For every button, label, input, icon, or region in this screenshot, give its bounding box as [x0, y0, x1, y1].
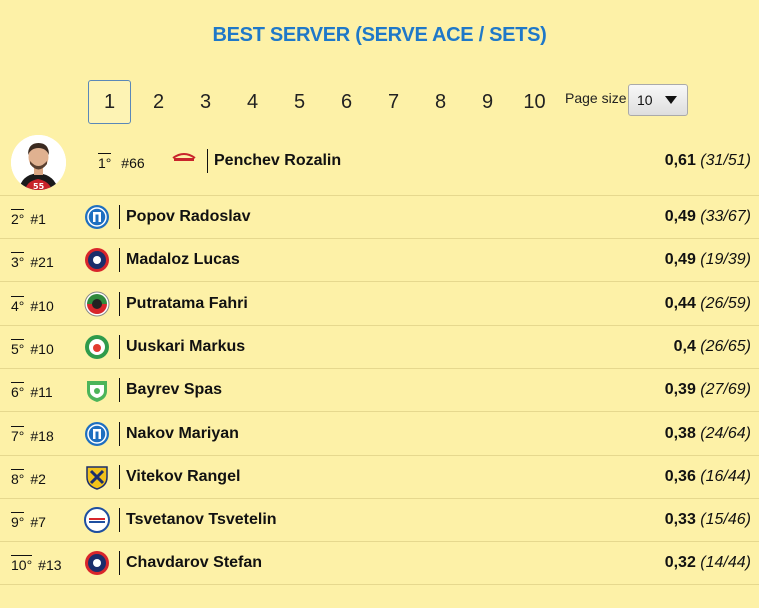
page-10-button[interactable]: 10 — [511, 80, 558, 124]
page-size-select[interactable]: 10 — [628, 84, 688, 116]
table-row[interactable]: 6° #11 Bayrev Spas 0,39 (27/69) — [0, 369, 759, 413]
player-rank: 4° #10 — [11, 295, 54, 314]
table-row[interactable]: 3° #21 Madaloz Lucas 0,49 (19/39) — [0, 239, 759, 283]
page-6-button[interactable]: 6 — [323, 80, 370, 124]
table-row[interactable]: 10° #13 Chavdarov Stefan 0,32 (14/44) — [0, 542, 759, 586]
leader-row[interactable]: 55 1° #66 Penchev Rozalin 0,61 (31/51) — [0, 130, 759, 196]
page-1-button[interactable]: 1 — [88, 80, 131, 124]
team-logo-navy-red-icon — [84, 550, 110, 576]
table-row[interactable]: 9° #7 Tsvetanov Tsvetelin 0,33 (15/46) — [0, 499, 759, 543]
player-rank: 9° #7 — [11, 512, 46, 531]
player-name[interactable]: Madaloz Lucas — [126, 251, 240, 269]
page-3-button[interactable]: 3 — [182, 80, 229, 124]
page-8-button[interactable]: 8 — [417, 80, 464, 124]
player-name[interactable]: Nakov Mariyan — [126, 425, 239, 443]
player-score: 0,32 (14/44) — [664, 554, 751, 572]
team-logo-blue-red-icon — [84, 507, 110, 534]
player-avatar: 55 — [11, 135, 66, 190]
separator — [119, 291, 120, 316]
team-logo-navy-red-icon — [84, 247, 110, 273]
player-score: 0,36 (16/44) — [664, 467, 751, 485]
separator — [207, 149, 208, 173]
table-row[interactable]: 7° #18 Nakov Mariyan 0,38 (24/64) — [0, 413, 759, 456]
leader-name[interactable]: Penchev Rozalin — [214, 152, 341, 170]
page-4-button[interactable]: 4 — [229, 80, 276, 124]
separator — [119, 248, 120, 273]
leader-score: 0,61 (31/51) — [664, 152, 751, 169]
player-number: #7 — [30, 514, 46, 531]
player-number: #2 — [30, 470, 46, 487]
player-score: 0,49 (19/39) — [664, 251, 751, 269]
separator — [119, 464, 120, 489]
player-score: 0,33 (15/46) — [664, 511, 751, 529]
page-title: BEST SERVER (SERVE ACE / SETS) — [212, 24, 547, 46]
player-name[interactable]: Tsvetanov Tsvetelin — [126, 511, 277, 529]
player-name[interactable]: Putratama Fahri — [126, 295, 248, 313]
team-logo-blue-p-icon — [84, 204, 110, 230]
player-score: 0,44 (26/59) — [664, 294, 751, 312]
separator — [119, 551, 120, 576]
table-row[interactable]: 8° #2 Vitekov Rangel 0,36 (16/44) — [0, 456, 759, 499]
table-row[interactable]: 5° #10 Uuskari Markus 0,4 (26/65) — [0, 326, 759, 369]
separator — [119, 205, 120, 229]
separator — [119, 508, 120, 533]
player-score: 0,38 (24/64) — [664, 424, 751, 442]
player-number: #11 — [30, 384, 53, 401]
team-logo-red-icon — [171, 150, 197, 164]
page-9-button[interactable]: 9 — [464, 80, 511, 124]
page-2-button[interactable]: 2 — [135, 80, 182, 124]
separator — [119, 421, 120, 446]
player-rank: 7° #18 — [11, 425, 54, 444]
player-number: #10 — [30, 340, 54, 357]
player-rank: 3° #21 — [11, 252, 54, 271]
player-rank: 2° #1 — [11, 209, 46, 227]
table-row[interactable]: 2° #1 Popov Radoslav 0,49 (33/67) — [0, 196, 759, 239]
chevron-down-icon — [665, 96, 677, 104]
team-logo-blue-p-icon — [84, 421, 110, 447]
table-row[interactable]: 4° #10 Putratama Fahri 0,44 (26/59) — [0, 283, 759, 326]
player-rank: 10° #13 — [11, 555, 62, 574]
player-name[interactable]: Uuskari Markus — [126, 338, 245, 356]
player-number: #18 — [30, 427, 54, 444]
player-number: #21 — [30, 254, 54, 271]
separator — [119, 378, 120, 403]
player-score: 0,39 (27/69) — [664, 381, 751, 399]
player-number: #13 — [38, 557, 62, 574]
player-name[interactable]: Chavdarov Stefan — [126, 554, 262, 572]
team-logo-tricolor-icon — [84, 291, 110, 317]
team-logo-green-shield-icon — [84, 377, 110, 403]
player-name[interactable]: Vitekov Rangel — [126, 468, 240, 486]
player-score: 0,4 (26/65) — [673, 337, 751, 355]
player-score: 0,49 (33/67) — [664, 208, 751, 225]
page-7-button[interactable]: 7 — [370, 80, 417, 124]
page-size-label: Page size — [565, 90, 627, 106]
team-logo-yellow-shield-icon — [84, 464, 110, 490]
player-number: #1 — [30, 211, 46, 227]
player-rank: 6° #11 — [11, 382, 53, 401]
pagination: 1 2 3 4 5 6 7 8 9 10 — [88, 80, 558, 124]
jersey-number: 55 — [33, 182, 45, 190]
leader-number: #66 — [121, 155, 145, 171]
player-name[interactable]: Bayrev Spas — [126, 381, 222, 399]
separator — [119, 334, 120, 359]
player-name[interactable]: Popov Radoslav — [126, 208, 250, 226]
player-number: #10 — [30, 297, 54, 314]
leader-rank: 1° #66 — [98, 153, 145, 171]
page-size-value: 10 — [637, 92, 653, 108]
player-rank: 8° #2 — [11, 468, 46, 487]
player-rank: 5° #10 — [11, 338, 54, 357]
page-5-button[interactable]: 5 — [276, 80, 323, 124]
team-logo-green-icon — [84, 334, 110, 360]
